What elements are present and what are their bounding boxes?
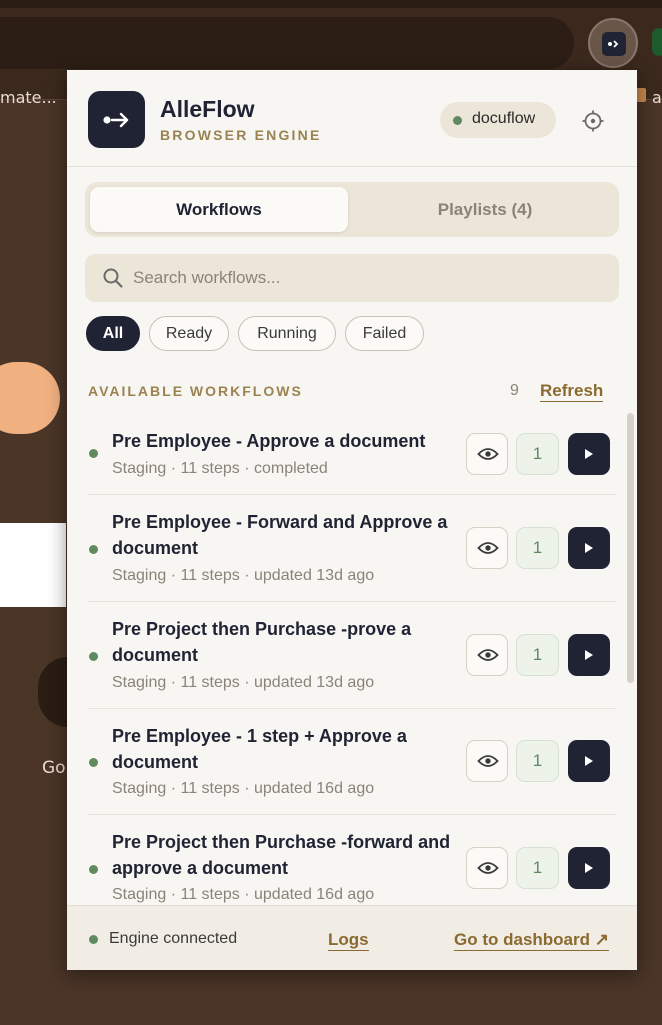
- workflow-row: Pre Employee - Approve a document Stagin…: [87, 410, 617, 495]
- workflow-title[interactable]: Pre Employee - Forward and Approve a doc…: [112, 510, 457, 561]
- bookmark-icon: [636, 88, 646, 102]
- extension-button[interactable]: [588, 18, 638, 68]
- extension-icon: [602, 32, 626, 56]
- popup-footer: Engine connected Logs Go to dashboard ↗: [67, 905, 637, 970]
- filter-failed[interactable]: Failed: [345, 316, 424, 351]
- eye-icon[interactable]: [466, 527, 508, 569]
- page-search-box-partial: [0, 523, 66, 607]
- filter-all[interactable]: All: [86, 316, 140, 351]
- search-icon: [102, 267, 124, 293]
- status-dot-icon: [89, 449, 98, 458]
- tab-playlists[interactable]: Playlists (4): [356, 187, 614, 232]
- brand-name: AlleFlow: [160, 96, 255, 122]
- browser-tabstrip: [0, 0, 662, 8]
- account-badge[interactable]: docuflow: [440, 102, 556, 138]
- view-tabs: Workflows Playlists (4): [85, 182, 619, 237]
- alleflow-logo-icon: [88, 91, 145, 148]
- section-label: AVAILABLE WORKFLOWS: [88, 383, 303, 399]
- workflow-list: Pre Employee - Approve a document Stagin…: [67, 410, 637, 905]
- play-icon[interactable]: [568, 740, 610, 782]
- workflow-row: Pre Employee - Forward and Approve a doc…: [87, 495, 617, 602]
- bookmark-item[interactable]: mate...: [0, 88, 57, 107]
- workflow-row: Pre Employee - 1 step + Approve a docume…: [87, 709, 617, 815]
- tab-workflows[interactable]: Workflows: [90, 187, 348, 232]
- eye-icon[interactable]: [466, 634, 508, 676]
- workflow-meta: Staging · 11 steps · updated 16d ago: [112, 886, 375, 903]
- workflow-count: 9: [510, 382, 519, 399]
- workflow-meta: Staging · 11 steps · updated 13d ago: [112, 567, 375, 584]
- page-shortcut-label: Go: [42, 758, 66, 778]
- filter-ready[interactable]: Ready: [149, 316, 229, 351]
- workflow-meta: Staging · 11 steps · updated 13d ago: [112, 674, 375, 691]
- search-box: [85, 254, 619, 302]
- page-logo-partial: [0, 362, 60, 434]
- eye-icon[interactable]: [466, 433, 508, 475]
- status-dot-icon: [89, 758, 98, 767]
- workflow-title[interactable]: Pre Project then Purchase -prove a docum…: [112, 617, 457, 668]
- status-dot-icon: [89, 935, 98, 944]
- refresh-link[interactable]: Refresh: [540, 381, 604, 402]
- play-icon[interactable]: [568, 634, 610, 676]
- filter-running[interactable]: Running: [238, 316, 336, 351]
- play-icon[interactable]: [568, 847, 610, 889]
- run-count-badge[interactable]: 1: [516, 740, 559, 782]
- extension-popup: AlleFlow BROWSER ENGINE docuflow Workflo…: [67, 70, 637, 970]
- workflow-title[interactable]: Pre Project then Purchase -forward and a…: [112, 830, 457, 881]
- account-name: docuflow: [472, 110, 536, 127]
- play-icon[interactable]: [568, 433, 610, 475]
- popup-header: AlleFlow BROWSER ENGINE docuflow: [67, 70, 637, 167]
- list-scrollbar[interactable]: [627, 413, 634, 683]
- eye-icon[interactable]: [466, 847, 508, 889]
- bookmark-item-right[interactable]: a: [652, 88, 662, 107]
- status-dot-icon: [89, 865, 98, 874]
- status-dot-icon: [89, 652, 98, 661]
- settings-icon[interactable]: [581, 109, 605, 133]
- brand-subtitle: BROWSER ENGINE: [160, 127, 322, 143]
- logs-link[interactable]: Logs: [328, 930, 369, 951]
- status-dot-icon: [89, 545, 98, 554]
- run-count-badge[interactable]: 1: [516, 433, 559, 475]
- play-icon[interactable]: [568, 527, 610, 569]
- workflow-row: Pre Project then Purchase -forward and a…: [87, 815, 617, 905]
- address-bar[interactable]: [0, 17, 574, 69]
- run-count-badge[interactable]: 1: [516, 847, 559, 889]
- status-dot-icon: [453, 116, 462, 125]
- workflow-row: Pre Project then Purchase -prove a docum…: [87, 602, 617, 709]
- dashboard-link[interactable]: Go to dashboard ↗: [454, 930, 609, 951]
- extension-icon-partial[interactable]: [652, 28, 662, 56]
- workflow-meta: Staging · 11 steps · updated 16d ago: [112, 780, 375, 797]
- workflow-meta: Staging · 11 steps · completed: [112, 460, 328, 477]
- eye-icon[interactable]: [466, 740, 508, 782]
- workflow-title[interactable]: Pre Employee - Approve a document: [112, 429, 457, 455]
- page-shortcut-icon: [38, 657, 68, 727]
- workflow-title[interactable]: Pre Employee - 1 step + Approve a docume…: [112, 724, 457, 775]
- run-count-badge[interactable]: 1: [516, 634, 559, 676]
- engine-status: Engine connected: [109, 930, 238, 947]
- search-input[interactable]: [133, 262, 603, 294]
- run-count-badge[interactable]: 1: [516, 527, 559, 569]
